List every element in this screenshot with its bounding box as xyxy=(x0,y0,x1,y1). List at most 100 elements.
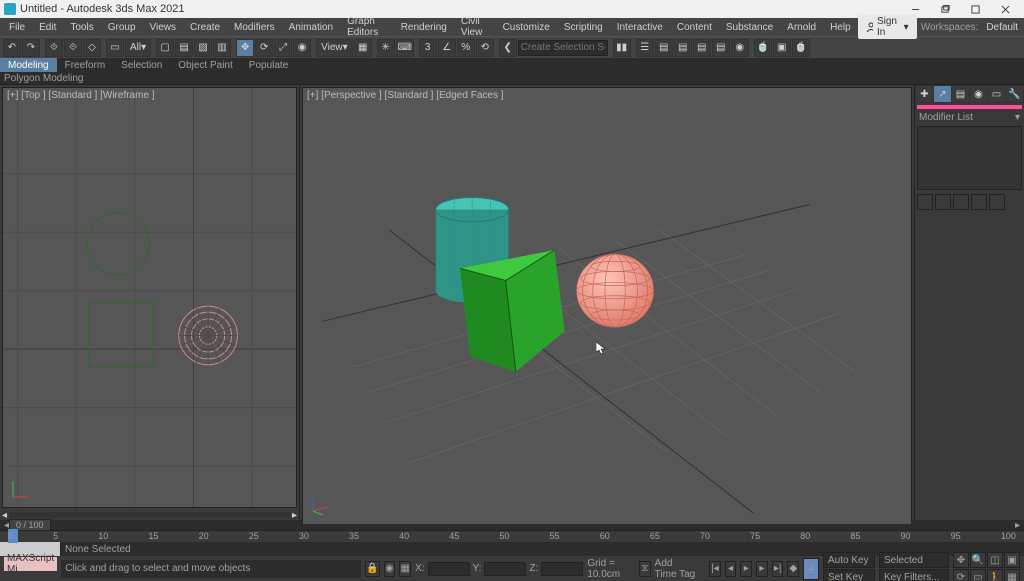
ribbon-tab-selection[interactable]: Selection xyxy=(113,58,170,72)
menu-file[interactable]: File xyxy=(2,18,32,36)
unlink-button[interactable]: ⟐ xyxy=(64,39,82,57)
menu-edit[interactable]: Edit xyxy=(32,18,63,36)
ribbon-tab-modeling[interactable]: Modeling xyxy=(0,58,57,72)
scale-button[interactable]: ⤢ xyxy=(274,39,292,57)
select-object-button[interactable]: ▢ xyxy=(156,39,174,57)
select-region-button[interactable]: ▧ xyxy=(194,39,212,57)
key-mode-button[interactable]: ◆ xyxy=(787,561,799,577)
configure-button[interactable] xyxy=(989,194,1005,210)
remove-modifier-button[interactable] xyxy=(971,194,987,210)
ref-coord-dropdown[interactable]: View ▾ xyxy=(316,39,353,57)
pin-stack-button[interactable] xyxy=(917,194,933,210)
nav-zoom-all-button[interactable]: ▣ xyxy=(1004,552,1020,568)
add-time-tag-button[interactable]: Add Time Tag xyxy=(655,558,697,580)
spinner-snap-button[interactable]: ⟲ xyxy=(476,39,494,57)
schematic-view-button[interactable]: ▤ xyxy=(712,39,730,57)
goto-start-button[interactable]: |◂ xyxy=(709,561,721,577)
ribbon-subtab[interactable]: Polygon Modeling xyxy=(0,72,1024,85)
select-manip-button[interactable]: ✳ xyxy=(377,39,395,57)
keyboard-shortcut-button[interactable]: ⌨ xyxy=(396,39,414,57)
move-button[interactable]: ✥ xyxy=(236,39,254,57)
menu-grapheditors[interactable]: Graph Editors xyxy=(340,18,394,36)
menu-modifiers[interactable]: Modifiers xyxy=(227,18,282,36)
cmd-tab-motion[interactable]: ◉ xyxy=(970,86,987,102)
prev-frame-button[interactable]: ◂ xyxy=(725,561,737,577)
redo-button[interactable]: ↷ xyxy=(22,39,40,57)
nav-orbit-button[interactable]: ⟳ xyxy=(953,569,969,581)
menu-create[interactable]: Create xyxy=(183,18,227,36)
selection-filter[interactable]: All ▾ xyxy=(125,39,151,57)
snap2d-button[interactable]: 3 xyxy=(419,39,437,57)
ribbon-tab-populate[interactable]: Populate xyxy=(241,58,296,72)
menu-views[interactable]: Views xyxy=(143,18,184,36)
restore-button[interactable] xyxy=(930,0,960,18)
menu-scripting[interactable]: Scripting xyxy=(557,18,610,36)
selection-set-input[interactable] xyxy=(518,40,608,56)
render-frame-button[interactable]: ▣ xyxy=(773,39,791,57)
maximize-button[interactable] xyxy=(960,0,990,18)
cmd-tab-utilities[interactable]: 🔧 xyxy=(1006,86,1023,102)
select-button[interactable]: ▭ xyxy=(106,39,124,57)
layer-explorer-button[interactable]: ▤ xyxy=(655,39,673,57)
isolate-button[interactable]: ◉ xyxy=(384,561,396,577)
undo-button[interactable]: ↶ xyxy=(3,39,21,57)
cmd-tab-modify[interactable]: ↗ xyxy=(934,86,951,102)
menu-interactive[interactable]: Interactive xyxy=(610,18,670,36)
menu-substance[interactable]: Substance xyxy=(719,18,780,36)
nav-max-toggle-button[interactable]: ▭ xyxy=(970,569,986,581)
viewport-top-label[interactable]: [+] [Top ] [Standard ] [Wireframe ] xyxy=(7,90,155,101)
key-filters-button[interactable]: Key Filters... xyxy=(879,569,949,581)
nav-fov-button[interactable]: ◫ xyxy=(987,552,1003,568)
angle-snap-button[interactable]: ∠ xyxy=(438,39,456,57)
named-selection-button[interactable]: ❮ xyxy=(499,39,517,57)
menu-tools[interactable]: Tools xyxy=(63,18,100,36)
curve-editor-button[interactable]: ▤ xyxy=(693,39,711,57)
next-frame-button[interactable]: ▸ xyxy=(756,561,768,577)
link-button[interactable]: ⟐ xyxy=(45,39,63,57)
percent-snap-button[interactable]: % xyxy=(457,39,475,57)
menu-group[interactable]: Group xyxy=(101,18,143,36)
menu-help[interactable]: Help xyxy=(823,18,858,36)
render-button[interactable]: 🍵 xyxy=(792,39,810,57)
x-input[interactable] xyxy=(428,562,470,576)
menu-rendering[interactable]: Rendering xyxy=(394,18,454,36)
y-input[interactable] xyxy=(484,562,526,576)
play-button[interactable]: ▸ xyxy=(740,561,752,577)
make-unique-button[interactable] xyxy=(953,194,969,210)
mirror-button[interactable]: ▮▮ xyxy=(613,39,631,57)
placement-button[interactable]: ◉ xyxy=(293,39,311,57)
z-input[interactable] xyxy=(541,562,583,576)
align-button[interactable]: ☰ xyxy=(636,39,654,57)
menu-content[interactable]: Content xyxy=(670,18,719,36)
selection-lock-button[interactable]: ▦ xyxy=(399,561,411,577)
menu-civilview[interactable]: Civil View xyxy=(454,18,496,36)
auto-key-button[interactable]: Auto Key xyxy=(823,552,875,568)
viewport-perspective[interactable]: [+] [Perspective ] [Standard ] [Edged Fa… xyxy=(302,87,912,522)
material-editor-button[interactable]: ◉ xyxy=(731,39,749,57)
menu-customize[interactable]: Customize xyxy=(496,18,557,36)
maxscript-mini-label[interactable]: MAXScript Mi xyxy=(4,557,57,571)
workspace-value[interactable]: Default xyxy=(982,22,1022,33)
viewport-perspective-label[interactable]: [+] [Perspective ] [Standard ] [Edged Fa… xyxy=(307,90,504,101)
cmd-tab-hierarchy[interactable]: ▤ xyxy=(952,86,969,102)
nav-zoom-button[interactable]: 🔍 xyxy=(970,552,986,568)
cmd-tab-display[interactable]: ▭ xyxy=(988,86,1005,102)
goto-end-button[interactable]: ▸| xyxy=(772,561,784,577)
nav-pan-button[interactable]: ✥ xyxy=(953,552,969,568)
render-setup-button[interactable]: 🍵 xyxy=(754,39,772,57)
signin-button[interactable]: Sign In ▾ xyxy=(858,15,917,39)
use-center-button[interactable]: ▦ xyxy=(354,39,372,57)
select-name-button[interactable]: ▤ xyxy=(175,39,193,57)
object-color-swatch[interactable] xyxy=(917,105,1022,109)
modifier-list-header[interactable]: Modifier List▾ xyxy=(915,111,1024,124)
time-tag-icon[interactable]: ⧖ xyxy=(639,561,651,577)
cmd-tab-create[interactable]: ✚ xyxy=(916,86,933,102)
window-crossing-button[interactable]: ▥ xyxy=(213,39,231,57)
rotate-button[interactable]: ⟳ xyxy=(255,39,273,57)
ribbon-tab-objectpaint[interactable]: Object Paint xyxy=(170,58,240,72)
close-button[interactable] xyxy=(990,0,1020,18)
set-key-button[interactable]: Set Key xyxy=(823,569,875,581)
show-end-button[interactable] xyxy=(935,194,951,210)
set-key-big-button[interactable]: ＋ xyxy=(803,558,819,580)
ribbon-tab-freeform[interactable]: Freeform xyxy=(57,58,114,72)
